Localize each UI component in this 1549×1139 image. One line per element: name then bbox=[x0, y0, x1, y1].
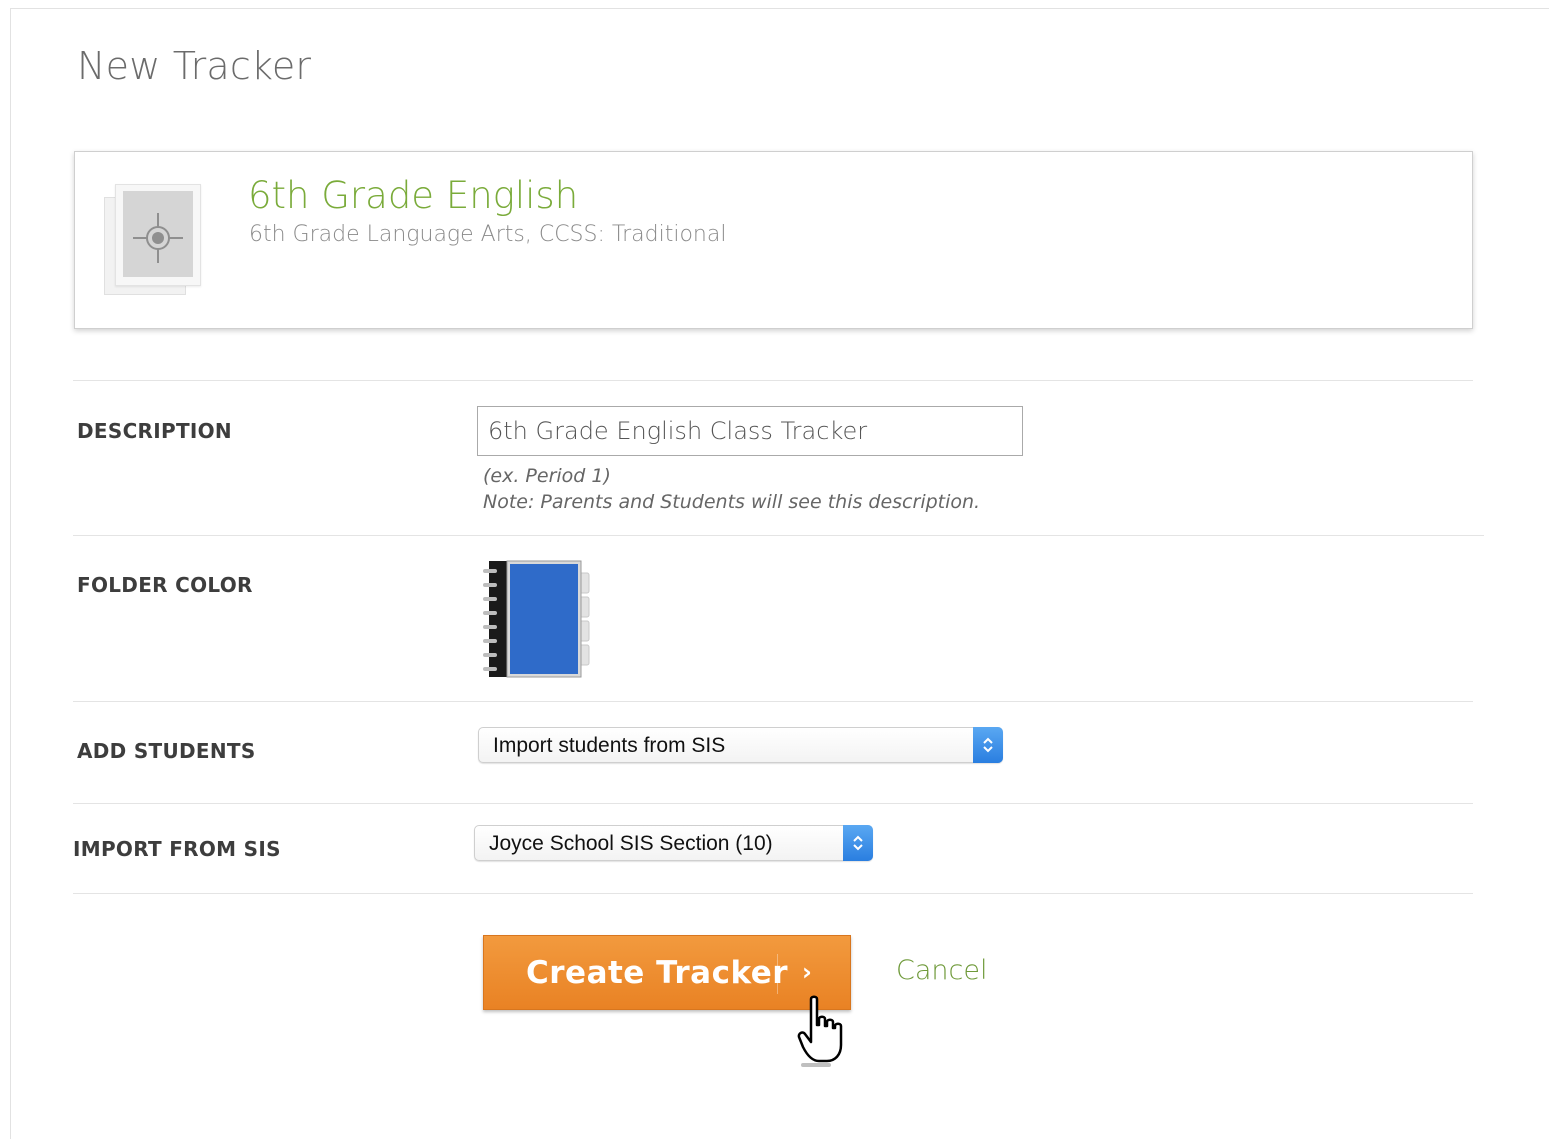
divider bbox=[73, 535, 1484, 536]
divider bbox=[73, 803, 1473, 804]
hand-pointer-icon bbox=[797, 995, 849, 1071]
description-label: DESCRIPTION bbox=[77, 419, 232, 443]
button-separator bbox=[777, 954, 778, 994]
import-from-sis-selected-value: Joyce School SIS Section (10) bbox=[489, 832, 773, 855]
course-title: 6th Grade English bbox=[248, 174, 579, 217]
divider bbox=[73, 380, 1473, 381]
select-arrows-icon bbox=[843, 825, 873, 861]
notebook-icon[interactable] bbox=[483, 559, 593, 683]
compass-icon bbox=[123, 191, 193, 277]
divider bbox=[73, 701, 1473, 702]
import-from-sis-select[interactable]: Joyce School SIS Section (10) bbox=[474, 825, 873, 861]
add-students-select[interactable]: Import students from SIS bbox=[478, 727, 1003, 763]
create-tracker-label: Create Tracker bbox=[526, 955, 789, 991]
course-card: 6th Grade English 6th Grade Language Art… bbox=[74, 151, 1473, 329]
page-title: New Tracker bbox=[77, 44, 312, 88]
course-subtitle: 6th Grade Language Arts, CCSS: Tradition… bbox=[249, 222, 727, 247]
divider bbox=[73, 893, 1473, 894]
import-from-sis-label: IMPORT FROM SIS bbox=[73, 837, 281, 861]
description-hint-example: (ex. Period 1) bbox=[483, 465, 611, 487]
select-arrows-icon bbox=[973, 727, 1003, 763]
add-students-selected-value: Import students from SIS bbox=[493, 734, 726, 757]
add-students-label: ADD STUDENTS bbox=[77, 739, 256, 763]
folder-color-label: FOLDER COLOR bbox=[77, 573, 253, 597]
chevron-right-icon: › bbox=[802, 958, 812, 986]
create-tracker-button[interactable]: Create Tracker › bbox=[483, 935, 851, 1010]
description-hint-note: Note: Parents and Students will see this… bbox=[483, 491, 981, 513]
description-field[interactable]: 6th Grade English Class Tracker bbox=[477, 406, 1023, 456]
cancel-link[interactable]: Cancel bbox=[896, 955, 987, 986]
course-thumbnail bbox=[115, 184, 201, 286]
